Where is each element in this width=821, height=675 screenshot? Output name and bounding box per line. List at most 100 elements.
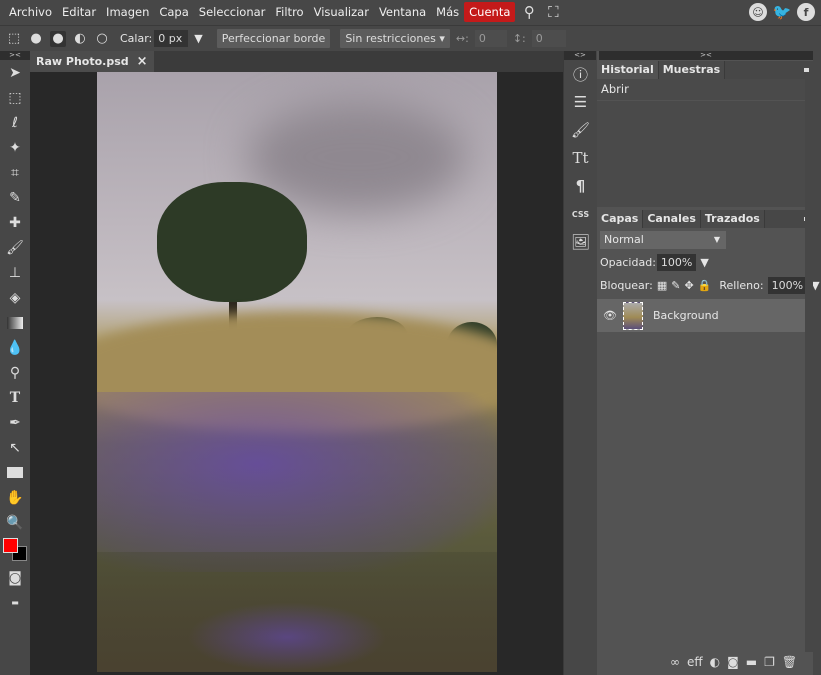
brush-settings-icon[interactable]: 🖌 (564, 116, 597, 144)
collapse-icons[interactable]: <> (564, 51, 596, 60)
blend-mode-select[interactable]: Normal ▼ (600, 231, 726, 249)
clone-stamp-icon[interactable]: ⊥ (0, 260, 30, 285)
fill-input[interactable]: 100% (767, 276, 808, 294)
pen-tool-icon[interactable]: ✒ (0, 410, 30, 435)
height-input[interactable]: 0 (531, 30, 566, 47)
opacity-input[interactable]: 100% (656, 253, 697, 271)
tab-canales[interactable]: Canales (643, 210, 701, 228)
layers-footer: ∞ eff ◐ ◙ ▬ ❐ 🗑 (670, 655, 797, 669)
new-group-icon[interactable]: ▬ (746, 655, 757, 669)
layer-mask-icon[interactable]: ◙ (727, 655, 739, 669)
character-icon[interactable]: Tt (564, 144, 597, 172)
foreground-flowers (187, 602, 387, 672)
menu-capa[interactable]: Capa (154, 2, 193, 22)
quick-mask-icon[interactable]: ◙ (0, 565, 30, 590)
lock-pixels-icon[interactable]: ✎ (671, 279, 680, 292)
healing-brush-icon[interactable]: ✚ (0, 210, 30, 235)
facebook-icon[interactable]: f (797, 3, 815, 21)
lock-position-icon[interactable]: ✥ (684, 279, 693, 292)
magic-wand-icon[interactable]: ✦ (0, 135, 30, 160)
width-label: ↔: (455, 32, 469, 45)
canvas-area[interactable] (30, 72, 563, 675)
refine-edge-button[interactable]: Perfeccionar borde (216, 29, 331, 48)
eyedropper-icon[interactable]: ✎ (0, 185, 30, 210)
lavander-field (97, 392, 497, 572)
lock-transparency-icon[interactable]: ▦ (657, 279, 667, 292)
history-item[interactable]: Abrir (597, 79, 813, 100)
type-tool-icon[interactable]: T (0, 385, 30, 410)
layers-scrollbar[interactable] (805, 72, 813, 652)
hand-tool-icon[interactable]: ✋ (0, 485, 30, 510)
twitter-icon[interactable]: 🐦 (773, 3, 792, 21)
lasso-tool-icon[interactable]: ℓ (0, 110, 30, 135)
info-icon[interactable]: ⓘ (564, 60, 597, 88)
layer-name: Background (652, 309, 719, 322)
tab-historial[interactable]: Historial (597, 61, 659, 79)
selection-new-icon[interactable]: ● (28, 31, 44, 47)
tools-panel: >< ➤ ⬚ ℓ ✦ ⌗ ✎ ✚ 🖌 ⊥ ◈ 💧 ⚲ T ✒ ↖ ✋ 🔍 ◙ ▬ (0, 51, 30, 675)
adjustment-layer-icon[interactable]: ◐ (710, 655, 720, 669)
screen-mode-icon[interactable]: ▬ (0, 590, 30, 615)
paragraph-icon[interactable]: ¶ (564, 172, 597, 200)
menu-visualizar[interactable]: Visualizar (309, 2, 374, 22)
width-input[interactable]: 0 (474, 30, 507, 47)
search-icon[interactable]: ⚲ (519, 2, 539, 22)
selection-subtract-icon[interactable]: ◐ (72, 31, 88, 47)
collapse-panels[interactable]: >< (599, 51, 813, 60)
close-tab-icon[interactable]: × (137, 54, 148, 69)
menu-seleccionar[interactable]: Seleccionar (194, 2, 271, 22)
lock-all-icon[interactable]: 🔒 (698, 279, 712, 292)
css-icon[interactable]: CSS (564, 200, 597, 228)
menu-ventana[interactable]: Ventana (374, 2, 431, 22)
layer-thumbnail (622, 301, 643, 330)
brush-tool-icon[interactable]: 🖌 (0, 235, 30, 260)
fullscreen-icon[interactable]: ⛶ (543, 2, 563, 22)
style-select[interactable]: Sin restricciones ▾ (340, 29, 450, 48)
feather-dropdown-icon[interactable]: ▼ (194, 32, 202, 45)
new-layer-icon[interactable]: ❐ (764, 655, 775, 669)
lock-label: Bloquear: (600, 278, 653, 292)
shape-tool-icon[interactable] (0, 460, 30, 485)
image-icon[interactable]: 🖼 (564, 228, 597, 256)
menu-mas[interactable]: Más (431, 2, 464, 22)
collapse-tools[interactable]: >< (0, 51, 30, 60)
menu-filtro[interactable]: Filtro (270, 2, 308, 22)
adjustments-icon[interactable]: ☰ (564, 88, 597, 116)
feather-input[interactable]: 0 px (154, 30, 189, 47)
selection-add-icon[interactable]: ● (50, 30, 66, 47)
reddit-icon[interactable]: ☺ (749, 3, 767, 21)
menu-imagen[interactable]: Imagen (101, 2, 154, 22)
layer-row[interactable]: 👁 Background (597, 299, 805, 332)
blur-tool-icon[interactable]: 💧 (0, 335, 30, 360)
delete-layer-icon[interactable]: 🗑 (782, 655, 797, 669)
lock-row: Bloquear: ▦ ✎ ✥ 🔒 Relleno: 100% ▼ (600, 275, 820, 295)
photo-canvas[interactable] (97, 72, 497, 672)
link-layers-icon[interactable]: ∞ (670, 655, 680, 669)
move-tool-icon[interactable]: ➤ (0, 60, 30, 85)
visibility-eye-icon[interactable]: 👁 (603, 309, 617, 322)
opacity-dropdown-icon[interactable]: ▼ (700, 256, 708, 269)
layer-effects-icon[interactable]: eff (687, 655, 703, 669)
blend-mode-value: Normal (604, 233, 644, 246)
tab-muestras[interactable]: Muestras (658, 61, 726, 79)
marquee-tool-icon[interactable]: ⬚ (0, 85, 30, 110)
document-tabs: Raw Photo.psd × (30, 51, 563, 72)
path-select-icon[interactable]: ↖ (0, 435, 30, 460)
foreground-color-swatch[interactable] (3, 538, 18, 553)
zoom-tool-icon[interactable]: 🔍 (0, 510, 30, 535)
gradient-tool-icon[interactable] (0, 310, 30, 335)
account-button[interactable]: Cuenta (464, 2, 516, 22)
tab-trazados[interactable]: Trazados (700, 210, 765, 228)
dodge-tool-icon[interactable]: ⚲ (0, 360, 30, 385)
chevron-down-icon: ▼ (713, 235, 720, 244)
menu-editar[interactable]: Editar (57, 2, 101, 22)
menu-bar: Archivo Editar Imagen Capa Seleccionar F… (0, 0, 821, 24)
menu-archivo[interactable]: Archivo (4, 2, 57, 22)
crop-tool-icon[interactable]: ⌗ (0, 160, 30, 185)
eraser-icon[interactable]: ◈ (0, 285, 30, 310)
tab-capas[interactable]: Capas (597, 210, 644, 228)
opacity-row: Opacidad: 100% ▼ (600, 252, 813, 272)
marquee-preset-icon[interactable]: ⬚ (6, 31, 22, 47)
selection-intersect-icon[interactable]: ○ (94, 31, 110, 47)
document-tab[interactable]: Raw Photo.psd × (30, 51, 154, 72)
